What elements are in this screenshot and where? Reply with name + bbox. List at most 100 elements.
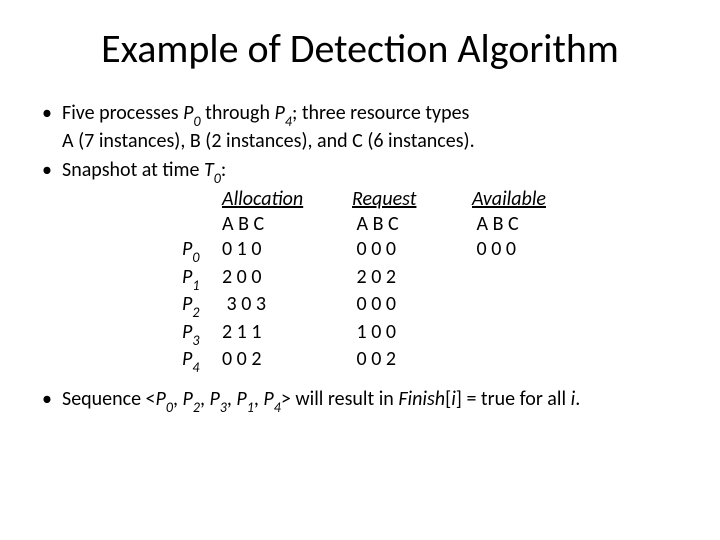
slide-title: Example of Detection Algorithm [40, 24, 680, 73]
req-cell: 0 0 0 [352, 237, 472, 265]
p-letter: P [182, 237, 192, 261]
avail-cell [472, 265, 592, 293]
header-request: Request [352, 187, 472, 212]
slide: Example of Detection Algorithm Five proc… [0, 0, 720, 540]
abc-row: A B C A B C A B C [182, 212, 680, 237]
header-available: Available [472, 187, 592, 212]
abc-text: A B C [357, 212, 399, 236]
val: 1 0 0 [357, 320, 396, 344]
p-sub: 4 [274, 399, 281, 416]
text: > will result in [281, 387, 399, 411]
p-sub: 0 [192, 249, 199, 266]
abc-avail: A B C [472, 212, 592, 237]
slide-content: Five processes P0 through P4; three reso… [40, 101, 680, 414]
text: ; three resource types [292, 101, 469, 125]
val: 0 0 2 [357, 347, 396, 371]
bullet-sequence: Sequence <P0, P2, P3, P1, P4> will resul… [40, 387, 680, 415]
proc-label: P1 [182, 265, 222, 293]
header-row: Allocation Request Available [182, 187, 680, 212]
val: 0 0 0 [477, 237, 516, 261]
spacer [182, 212, 222, 237]
avail-cell [472, 292, 592, 320]
bullet-list: Five processes P0 through P4; three reso… [40, 101, 680, 375]
text: ] = true for all [456, 387, 571, 411]
table-row: P0 0 1 0 0 0 0 0 0 0 [182, 237, 680, 265]
table-row: P3 2 1 1 1 0 0 [182, 320, 680, 348]
proc-label: P0 [182, 237, 222, 265]
t-sub: 0 [214, 170, 221, 187]
text: Snapshot at time [62, 158, 204, 182]
p-letter: P [236, 387, 246, 411]
text: . [575, 387, 580, 411]
p-sub: 1 [192, 277, 199, 294]
alloc-cell: 0 0 2 [222, 347, 352, 375]
p-letter: P [275, 101, 285, 125]
p-letter: P [209, 387, 219, 411]
seq-p1: P1 [236, 387, 253, 411]
req-cell: 1 0 0 [352, 320, 472, 348]
avail-cell: 0 0 0 [472, 237, 592, 265]
t-letter: T [204, 158, 214, 182]
p-letter: P [263, 387, 273, 411]
text: through [201, 101, 275, 125]
seq-p3: P3 [209, 387, 226, 411]
p-letter: P [182, 265, 192, 289]
val: 3 0 3 [227, 292, 266, 316]
seq-p4: P4 [263, 387, 280, 411]
alloc-cell: 3 0 3 [222, 292, 352, 320]
val: 0 0 0 [357, 292, 396, 316]
seq-p0: P0 [156, 387, 173, 411]
p-sub: 2 [192, 304, 199, 321]
proc-label: P3 [182, 320, 222, 348]
abc-text: A B C [477, 212, 519, 236]
proc-label: P4 [182, 347, 222, 375]
req-cell: 2 0 2 [352, 265, 472, 293]
proc-p0: P0 [183, 101, 200, 125]
text: Five processes [62, 101, 183, 125]
p-sub: 0 [194, 113, 201, 130]
p-sub: 0 [166, 399, 173, 416]
bullet-snapshot: Snapshot at time T0: Allocation Request … [40, 158, 680, 375]
req-cell: 0 0 0 [352, 292, 472, 320]
p-letter: P [182, 347, 192, 371]
p-sub: 2 [193, 399, 200, 416]
p-sub: 3 [220, 399, 227, 416]
resource-line: A (7 instances), B (2 instances), and C … [62, 129, 475, 153]
table-row: P1 2 0 0 2 0 2 [182, 265, 680, 293]
val: 0 0 0 [357, 237, 396, 261]
header-allocation: Allocation [222, 187, 352, 212]
alloc-cell: 2 0 0 [222, 265, 352, 293]
text: : [221, 158, 226, 182]
p-sub: 4 [192, 359, 199, 376]
alloc-cell: 0 1 0 [222, 237, 352, 265]
seq-p2: P2 [182, 387, 199, 411]
time-t0: T0 [204, 158, 221, 182]
alloc-cell: 2 1 1 [222, 320, 352, 348]
p-letter: P [182, 292, 192, 316]
table-row: P2 3 0 3 0 0 0 [182, 292, 680, 320]
spacer [182, 187, 222, 212]
p-sub: 4 [285, 113, 292, 130]
sep: , [254, 387, 264, 411]
p-letter: P [182, 320, 192, 344]
sep: , [227, 387, 237, 411]
bullet-processes: Five processes P0 through P4; three reso… [40, 101, 680, 154]
text: Sequence < [62, 387, 156, 411]
proc-label: P2 [182, 292, 222, 320]
p-letter: P [182, 387, 192, 411]
val: 2 0 2 [357, 265, 396, 289]
finish-word: Finish [398, 387, 445, 411]
avail-cell [472, 347, 592, 375]
abc-req: A B C [352, 212, 472, 237]
abc-alloc: A B C [222, 212, 352, 237]
resource-table: Allocation Request Available A B C A B C… [182, 187, 680, 375]
footer-bullet-list: Sequence <P0, P2, P3, P1, P4> will resul… [40, 387, 680, 415]
p-letter: P [156, 387, 166, 411]
p-sub: 1 [247, 399, 254, 416]
proc-p4: P4 [275, 101, 292, 125]
req-cell: 0 0 2 [352, 347, 472, 375]
avail-cell [472, 320, 592, 348]
p-letter: P [183, 101, 193, 125]
p-sub: 3 [192, 332, 199, 349]
table-row: P4 0 0 2 0 0 2 [182, 347, 680, 375]
